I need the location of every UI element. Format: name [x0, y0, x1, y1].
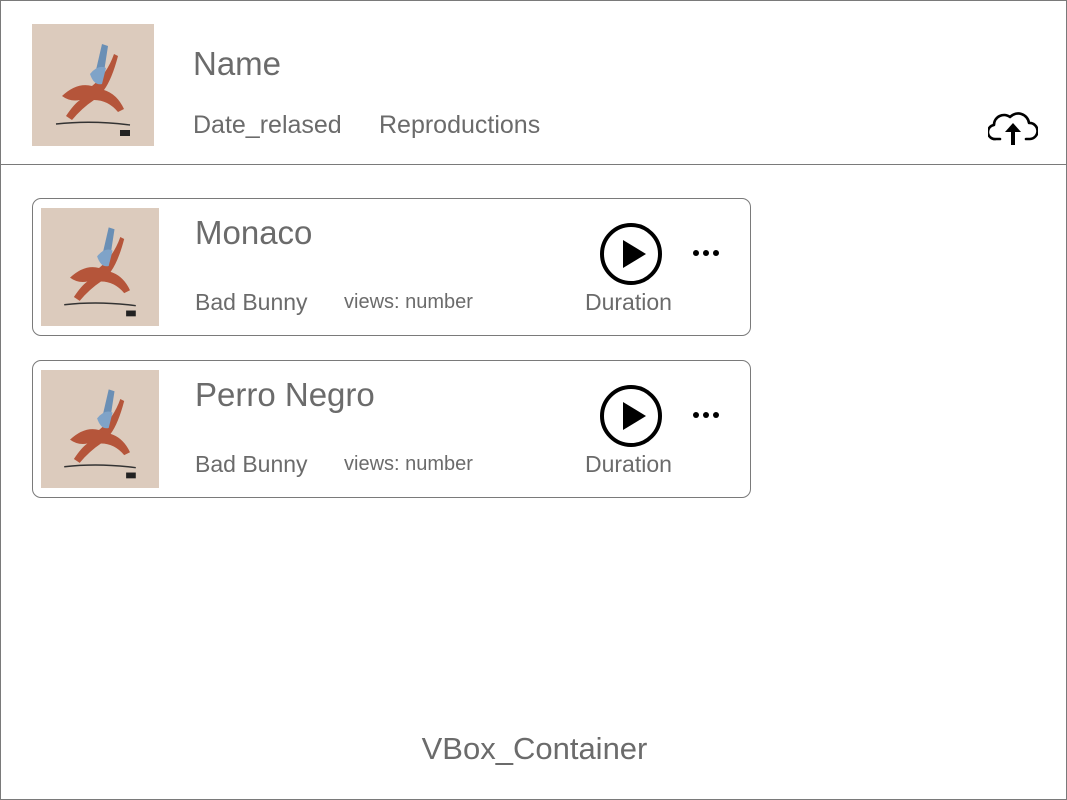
album-header: Name Date_relased Reproductions — [1, 1, 1066, 165]
album-cover-art — [32, 24, 154, 146]
song-views: views: number — [344, 453, 473, 475]
song-artist[interactable]: Bad Bunny — [195, 289, 308, 316]
container-label: VBox_Container — [421, 731, 648, 766]
song-title: Monaco — [195, 214, 313, 251]
album-date-released: Date_relased — [193, 111, 342, 139]
song-cover-art — [41, 370, 159, 488]
vbox-container: Name Date_relased Reproductions Monaco B… — [0, 0, 1067, 800]
album-cover — [32, 24, 154, 146]
song-cover — [41, 208, 159, 326]
more-horizontal-icon[interactable] — [689, 403, 723, 427]
song-cover-art — [41, 208, 159, 326]
more-horizontal-icon[interactable] — [689, 241, 723, 265]
song-views: views: number — [344, 291, 473, 313]
song-cover — [41, 370, 159, 488]
album-reproductions: Reproductions — [379, 111, 541, 139]
song-duration: Duration — [585, 451, 672, 477]
album-name: Name — [193, 45, 282, 82]
song-card[interactable]: Monaco Bad Bunny views: number Duration — [32, 198, 751, 336]
song-title: Perro Negro — [195, 376, 375, 413]
cloud-upload-icon[interactable] — [986, 109, 1039, 149]
song-artist[interactable]: Bad Bunny — [195, 451, 308, 478]
song-duration: Duration — [585, 289, 672, 315]
song-card[interactable]: Perro Negro Bad Bunny views: number Dura… — [32, 360, 751, 498]
play-circle-icon[interactable] — [599, 222, 663, 286]
play-circle-icon[interactable] — [599, 384, 663, 448]
